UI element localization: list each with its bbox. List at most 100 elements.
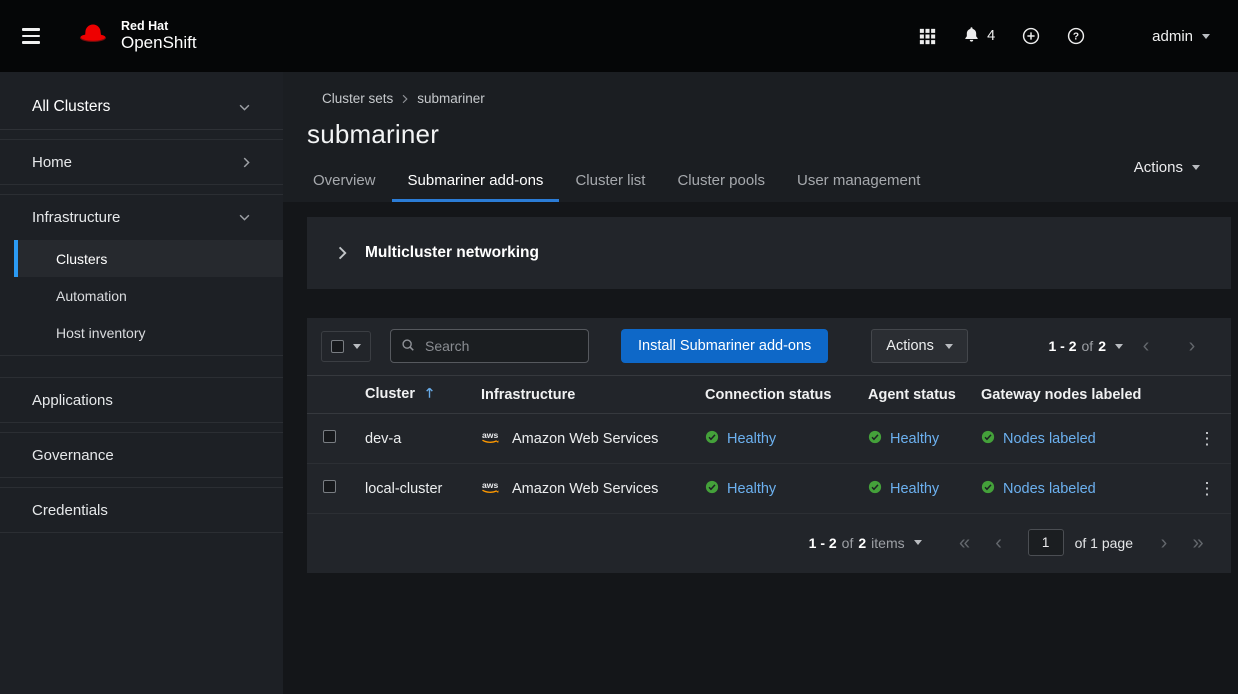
caret-down-icon	[1115, 344, 1123, 349]
infrastructure-label: Amazon Web Services	[512, 431, 658, 447]
sidebar-item-label: Infrastructure	[32, 209, 120, 226]
next-page-button[interactable]: ›	[1147, 533, 1181, 553]
tab-user-management[interactable]: User management	[781, 163, 936, 202]
sort-up-icon	[425, 387, 434, 403]
select-all-checkbox[interactable]	[331, 340, 344, 353]
row-checkbox[interactable]	[323, 430, 336, 443]
user-menu-label: admin	[1152, 28, 1193, 45]
breadcrumb-link-cluster-sets[interactable]: Cluster sets	[322, 91, 393, 106]
caret-down-icon	[1192, 165, 1200, 170]
sidebar-item-label: Host inventory	[56, 325, 145, 341]
clusters-table: Cluster Infrastructure Connection status…	[307, 375, 1231, 514]
search-input[interactable]	[423, 337, 578, 355]
connection-status-link[interactable]: Healthy	[727, 431, 776, 447]
toolbar-actions-label: Actions	[886, 338, 934, 354]
pagination-menu-toggle[interactable]: 1 - 2 of 2	[1049, 338, 1124, 354]
svg-text:aws: aws	[482, 429, 498, 439]
toolbar-actions-dropdown[interactable]: Actions	[871, 329, 968, 363]
help-question-circle-icon[interactable]: ?	[1067, 27, 1085, 45]
app-launcher-icon[interactable]	[919, 28, 936, 45]
install-submariner-button[interactable]: Install Submariner add-ons	[621, 329, 828, 363]
chevron-down-icon	[239, 214, 250, 221]
hamburger-menu-icon[interactable]	[18, 24, 44, 47]
table-row: dev-a aws	[307, 414, 1231, 464]
row-kebab-menu[interactable]: ⋮	[1183, 464, 1231, 514]
sidebar-item-home[interactable]: Home	[0, 139, 283, 185]
first-page-button[interactable]: «	[948, 533, 982, 553]
page-actions-dropdown[interactable]: Actions	[1134, 159, 1200, 176]
tab-bar: Overview Submariner add-ons Cluster list…	[307, 163, 1202, 202]
gateway-nodes-link[interactable]: Nodes labeled	[1003, 481, 1096, 497]
chevron-right-icon	[243, 157, 250, 168]
caret-down-icon	[1202, 34, 1210, 39]
check-circle-icon	[981, 480, 995, 498]
column-header-infrastructure[interactable]: Infrastructure	[473, 376, 697, 414]
pagination-of: of	[842, 535, 854, 551]
agent-status-link[interactable]: Healthy	[890, 431, 939, 447]
tab-overview[interactable]: Overview	[307, 163, 392, 202]
tab-submariner-add-ons[interactable]: Submariner add-ons	[392, 163, 560, 202]
breadcrumb-current: submariner	[417, 91, 485, 106]
sidebar-item-governance[interactable]: Governance	[0, 432, 283, 478]
pagination-range: 1 - 2	[1049, 338, 1077, 354]
page-actions-label: Actions	[1134, 159, 1183, 176]
cluster-switcher-dropdown[interactable]: All Clusters	[0, 85, 283, 130]
chevron-right-icon	[338, 246, 347, 260]
aws-icon: aws	[481, 429, 504, 449]
pagination-range: 1 - 2	[809, 535, 837, 551]
add-plus-circle-icon[interactable]	[1022, 27, 1040, 45]
check-circle-icon	[868, 430, 882, 448]
sidebar-item-host-inventory[interactable]: Host inventory	[0, 314, 283, 351]
column-header-agent-status[interactable]: Agent status	[860, 376, 973, 414]
row-checkbox[interactable]	[323, 480, 336, 493]
prev-page-button[interactable]: ‹	[1123, 336, 1169, 356]
multicluster-networking-expandable[interactable]: Multicluster networking	[307, 217, 1231, 289]
redhat-openshift-logo[interactable]: Red Hat OpenShift	[74, 16, 197, 57]
svg-text:aws: aws	[482, 479, 498, 489]
user-menu-dropdown[interactable]: admin	[1152, 28, 1210, 45]
agent-status-link[interactable]: Healthy	[890, 481, 939, 497]
bell-icon	[963, 26, 980, 46]
connection-status-link[interactable]: Healthy	[727, 481, 776, 497]
sidebar-item-credentials[interactable]: Credentials	[0, 487, 283, 533]
pagination-total: 2	[858, 535, 866, 551]
bulk-select-dropdown[interactable]	[321, 331, 371, 362]
breadcrumb-separator-icon	[402, 94, 408, 104]
sidebar-item-clusters[interactable]: Clusters	[14, 240, 283, 277]
chevron-down-icon	[239, 104, 250, 111]
check-circle-icon	[981, 430, 995, 448]
gateway-nodes-link[interactable]: Nodes labeled	[1003, 431, 1096, 447]
row-kebab-menu[interactable]: ⋮	[1183, 414, 1231, 464]
svg-text:?: ?	[1073, 32, 1079, 43]
caret-down-icon	[914, 540, 922, 545]
masthead: Red Hat OpenShift 4	[0, 0, 1238, 72]
sidebar-item-label: Credentials	[32, 502, 108, 519]
tab-cluster-pools[interactable]: Cluster pools	[661, 163, 781, 202]
next-page-button[interactable]: ›	[1169, 336, 1215, 356]
table-toolbar: Install Submariner add-ons Actions 1 - 2…	[307, 318, 1231, 375]
pagination-bottom-menu-toggle[interactable]: 1 - 2 of 2 items	[809, 535, 922, 551]
prev-page-button[interactable]: ‹	[982, 533, 1016, 553]
column-header-connection-status[interactable]: Connection status	[697, 376, 860, 414]
tab-cluster-list[interactable]: Cluster list	[559, 163, 661, 202]
sidebar-item-infrastructure[interactable]: Infrastructure	[0, 194, 283, 240]
check-circle-icon	[868, 480, 882, 498]
pagination-bottom: 1 - 2 of 2 items « ‹ of 1 page › »	[307, 514, 1231, 573]
sidebar-item-label: Governance	[32, 447, 114, 464]
sidebar-nav: All Clusters Home Infrastructure Cluster…	[0, 72, 283, 694]
sidebar-item-label: Clusters	[56, 251, 107, 267]
sidebar-item-label: Automation	[56, 288, 127, 304]
notifications-button[interactable]: 4	[963, 26, 995, 46]
table-header-row: Cluster Infrastructure Connection status…	[307, 376, 1231, 414]
brand-line2: OpenShift	[121, 34, 197, 53]
last-page-button[interactable]: »	[1181, 533, 1215, 553]
column-header-cluster[interactable]: Cluster	[357, 376, 473, 414]
sidebar-item-applications[interactable]: Applications	[0, 377, 283, 423]
column-header-gateway-nodes[interactable]: Gateway nodes labeled	[973, 376, 1183, 414]
clusters-table-card: Install Submariner add-ons Actions 1 - 2…	[307, 318, 1231, 573]
breadcrumb: Cluster sets submariner	[307, 91, 1202, 106]
page-number-input[interactable]	[1028, 529, 1064, 556]
page-header: Cluster sets submariner submariner Actio…	[283, 72, 1238, 202]
sidebar-item-automation[interactable]: Automation	[0, 277, 283, 314]
page-of-label: of 1 page	[1075, 535, 1133, 551]
